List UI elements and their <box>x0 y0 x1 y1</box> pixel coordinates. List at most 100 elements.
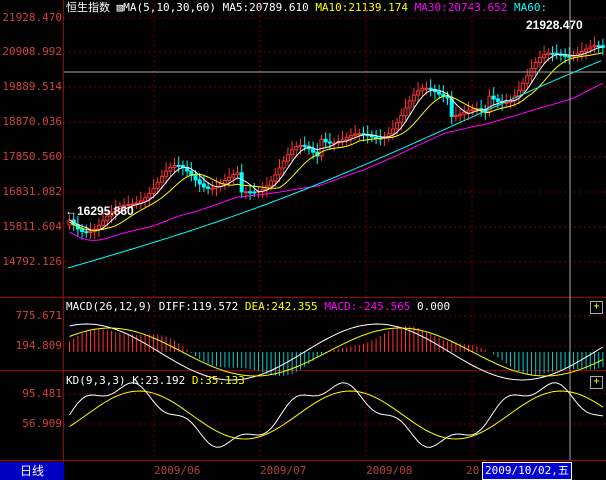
candle-body <box>273 174 278 182</box>
macd-axis-label: 194.809 <box>15 339 62 352</box>
candle-body <box>495 98 500 102</box>
price-axis-label: 17850.560 <box>2 150 62 163</box>
candle-body <box>399 114 404 124</box>
candle-body <box>243 191 248 194</box>
price-axis-label: 21928.470 <box>2 11 62 24</box>
kd-header: KD(9,3,3) K:23.192 D:35.133 <box>66 374 245 388</box>
candle-body <box>420 88 425 92</box>
candle-body <box>390 128 395 135</box>
candle-body <box>445 95 450 99</box>
candle-body <box>281 160 286 169</box>
candle-body <box>206 186 211 189</box>
kline-chart[interactable] <box>64 0 606 460</box>
low-annotation: ←16295.860 <box>65 204 134 218</box>
candle-body <box>584 48 589 52</box>
price-axis-label: 14792.126 <box>2 255 62 268</box>
candle-body <box>319 138 324 157</box>
candle-body <box>525 75 530 84</box>
candle-body <box>88 231 93 234</box>
price-axis-label: 15811.604 <box>2 220 62 233</box>
candle-body <box>147 193 152 199</box>
candle-body <box>521 82 526 91</box>
macd-expand-button[interactable]: + <box>590 301 603 314</box>
candle-body <box>155 181 160 189</box>
kd-axis-label: 56.909 <box>22 417 62 430</box>
macd-axis-label: 775.671 <box>15 309 62 322</box>
candle-body <box>546 52 551 56</box>
price-axis-label: 19889.514 <box>2 80 62 93</box>
cursor-date-label: 2009/10/02,五 <box>482 462 572 480</box>
candle-body <box>96 224 101 230</box>
ma60-line <box>67 60 602 269</box>
high-annotation: 21928.470 <box>526 18 583 32</box>
macd-header: MACD(26,12,9) DIFF:119.572 DEA:242.355 M… <box>66 300 450 314</box>
candle-body <box>294 146 299 151</box>
candle-body <box>80 228 85 233</box>
candle-body <box>227 176 232 181</box>
candle-body <box>201 183 206 188</box>
candle-body <box>277 167 282 176</box>
candle-body <box>407 100 412 109</box>
macd-spec: MACD(26,12,9) <box>66 300 153 313</box>
candle-body <box>311 148 316 153</box>
candle-body <box>353 133 358 136</box>
kd-spec: KD(9,3,3) <box>66 374 126 387</box>
candle-body <box>357 133 362 136</box>
candle-body <box>84 231 89 234</box>
panel-divider <box>0 460 606 461</box>
candle-body <box>168 166 173 172</box>
macd-zero: 0.000 <box>417 300 451 313</box>
candle-body <box>462 111 467 115</box>
candle-body <box>437 91 442 95</box>
ma30-line <box>69 82 604 241</box>
candle-body <box>101 220 106 226</box>
kd-axis-label: 95.481 <box>22 387 62 400</box>
candle-body <box>222 179 227 185</box>
candle-body <box>563 54 568 57</box>
kd-expand-button[interactable]: + <box>590 376 603 389</box>
candle-body <box>458 113 463 117</box>
candle-body <box>327 141 332 144</box>
candle-body <box>323 138 328 143</box>
candle-body <box>453 115 458 118</box>
candle-body <box>252 191 257 194</box>
macd-value: MACD:-245.565 <box>324 300 411 313</box>
candle-body <box>424 87 429 90</box>
candle-body <box>369 135 374 138</box>
month-label: 2009/06 <box>154 464 201 477</box>
candle-body <box>248 191 253 194</box>
candle-body <box>290 149 295 156</box>
candle-body <box>416 90 421 96</box>
candle-body <box>172 164 177 168</box>
price-axis-label: 18870.036 <box>2 115 62 128</box>
price-axis-label: 20908.992 <box>2 45 62 58</box>
kd-k: K:23.192 <box>132 374 186 387</box>
candle-body <box>466 109 471 113</box>
candle-body <box>491 95 496 100</box>
candle-body <box>348 134 353 138</box>
candle-body <box>403 107 408 116</box>
candle-body <box>588 46 593 50</box>
candle-body <box>592 45 597 48</box>
candle-body <box>411 94 416 102</box>
candle-body <box>193 174 198 181</box>
d-line <box>69 390 604 440</box>
candle-body <box>143 197 148 202</box>
candle-body <box>231 174 236 178</box>
candle-body <box>533 61 538 70</box>
candle-body <box>164 170 169 177</box>
candle-body <box>176 164 181 167</box>
candle-body <box>134 202 139 205</box>
price-axis-label: 16831.082 <box>2 185 62 198</box>
candle-body <box>428 87 433 90</box>
candle-body <box>542 54 547 59</box>
period-tab-daily[interactable]: 日线 <box>0 462 64 480</box>
candle-body <box>235 172 240 176</box>
month-label: 2009/07 <box>260 464 307 477</box>
candle-body <box>374 136 379 139</box>
kd-d: D:35.133 <box>191 374 245 387</box>
candle-body <box>579 50 584 55</box>
candle-body <box>269 180 274 187</box>
month-label: 2009/08 <box>366 464 413 477</box>
month-label: 20 <box>466 464 480 477</box>
